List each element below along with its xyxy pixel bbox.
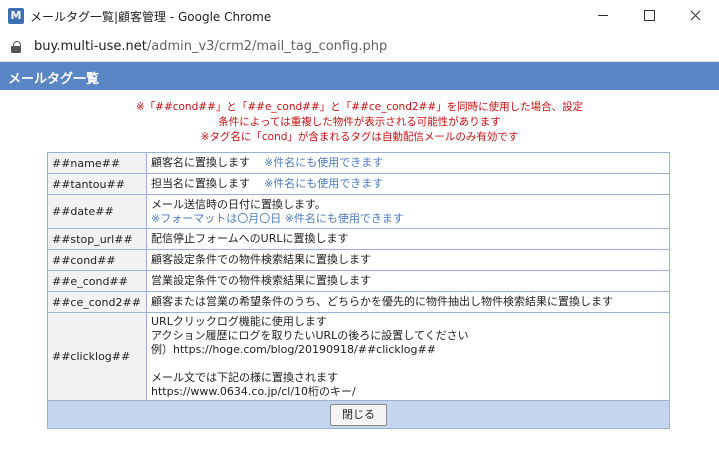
window-title: メールタグ一覧|顧客管理 - Google Chrome — [30, 10, 272, 24]
minimize-icon[interactable] — [580, 0, 626, 31]
table-row: ##ce_cond2## 顧客または営業の希望条件のうち、どちらかを優先的に物件… — [47, 291, 670, 313]
tag-note: ※フォーマットは〇月〇日 ※件名にも使用できます — [151, 211, 404, 225]
table-footer: 閉じる — [47, 400, 670, 429]
mail-tag-table: ##name## 顧客名に置換します ※件名にも使用できます ##tantou#… — [47, 152, 670, 429]
tag-description: メール送信時の日付に置換します。 ※フォーマットは〇月〇日 ※件名にも使用できます — [146, 194, 670, 229]
table-row: ##tantou## 担当名に置換します ※件名にも使用できます — [47, 173, 670, 195]
table-row: ##stop_url## 配信停止フォームへのURLに置換します — [47, 228, 670, 250]
tag-description: 顧客または営業の希望条件のうち、どちらかを優先的に物件抽出し物件検索結果に置換し… — [146, 291, 670, 313]
table-row: ##cond## 顧客設定条件での物件検索結果に置換します — [47, 249, 670, 271]
url-text[interactable]: buy.multi-use.net/admin_v3/crm2/mail_tag… — [34, 39, 387, 54]
tag-key: ##cond## — [47, 249, 147, 271]
app-icon: M — [8, 8, 24, 24]
close-button[interactable]: 閉じる — [330, 403, 387, 426]
table-row: ##clicklog## URLクリックログ機能に使用します アクション履歴にロ… — [47, 312, 670, 401]
warning-notes: ※「##cond##」と「##e_cond##」と「##ce_cond2##」を… — [0, 100, 719, 145]
tag-key: ##clicklog## — [47, 312, 147, 401]
maximize-icon[interactable] — [626, 0, 672, 31]
url-path: /admin_v3/crm2/mail_tag_config.php — [146, 39, 388, 54]
tag-desc-line — [151, 357, 669, 371]
warning-note: 条件によっては重複した物件が表示される可能性があります — [218, 116, 501, 128]
tag-key: ##ce_cond2## — [47, 291, 147, 313]
tag-description: 顧客設定条件での物件検索結果に置換します — [146, 249, 670, 271]
warning-note: ※タグ名に「cond」が含まれるタグは自動配信メールのみ有効です — [200, 131, 519, 143]
tag-description: 営業設定条件での物件検索結果に置換します — [146, 270, 670, 292]
lock-icon[interactable] — [11, 41, 21, 53]
tag-desc-line: メール文では下記の様に置換されます — [151, 370, 338, 384]
url-host: buy.multi-use.net — [34, 39, 147, 54]
tag-key: ##tantou## — [47, 173, 147, 195]
tag-key: ##stop_url## — [47, 228, 147, 250]
tag-key: ##date## — [47, 194, 147, 229]
address-bar[interactable]: buy.multi-use.net/admin_v3/crm2/mail_tag… — [0, 31, 719, 62]
dialog-header: メールタグ一覧 — [0, 62, 719, 90]
tag-key: ##e_cond## — [47, 270, 147, 292]
tag-description: 配信停止フォームへのURLに置換します — [146, 228, 670, 250]
tag-note: ※件名にも使用できます — [264, 156, 384, 169]
tag-description: URLクリックログ機能に使用します アクション履歴にログを取りたいURLの後ろに… — [146, 312, 670, 401]
warning-note: ※「##cond##」と「##e_cond##」と「##ce_cond2##」を… — [135, 101, 584, 113]
footer-cell: 閉じる — [47, 400, 670, 429]
table-row: ##date## メール送信時の日付に置換します。 ※フォーマットは〇月〇日 ※件… — [47, 194, 670, 229]
tag-desc-text: 担当名に置換します — [151, 177, 250, 190]
tag-key: ##name## — [47, 152, 147, 174]
tag-desc-text: 顧客名に置換します — [151, 156, 250, 169]
tag-desc-text: メール送信時の日付に置換します。 — [151, 197, 326, 211]
table-row: ##name## 顧客名に置換します ※件名にも使用できます — [47, 152, 670, 174]
dialog-title: メールタグ一覧 — [8, 72, 100, 87]
tag-description: 担当名に置換します ※件名にも使用できます — [146, 173, 670, 195]
table-row: ##e_cond## 営業設定条件での物件検索結果に置換します — [47, 270, 670, 292]
tag-desc-line: URLクリックログ機能に使用します — [151, 314, 327, 328]
close-icon[interactable] — [672, 0, 718, 31]
tag-desc-line: https://www.0634.co.jp/cl/10桁のキー/ — [151, 384, 356, 398]
tag-desc-line: 例）https://hoge.com/blog/20190918/##click… — [151, 342, 436, 356]
tag-desc-line: アクション履歴にログを取りたいURLの後ろに設置してください — [151, 328, 469, 342]
tag-note: ※件名にも使用できます — [264, 177, 384, 190]
window-titlebar: M メールタグ一覧|顧客管理 - Google Chrome — [0, 0, 719, 31]
tag-description: 顧客名に置換します ※件名にも使用できます — [146, 152, 670, 174]
